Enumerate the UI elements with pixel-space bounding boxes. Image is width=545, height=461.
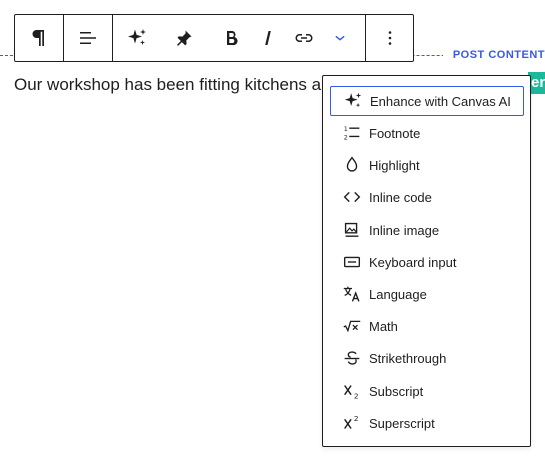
- pin-button[interactable]: [161, 15, 207, 61]
- svg-text:2: 2: [354, 414, 359, 423]
- math-icon: [340, 314, 364, 338]
- menu-item-label: Enhance with Canvas AI: [370, 93, 511, 109]
- menu-item-inline-code[interactable]: Inline code: [330, 182, 524, 212]
- sparkles-icon: [341, 89, 365, 113]
- paragraph-block[interactable]: Our workshop has been fitting kitchens a: [14, 74, 321, 96]
- more-formats-menu: Enhance with Canvas AI 1 2 Footnote High…: [322, 75, 531, 447]
- menu-item-label: Strikethrough: [369, 350, 447, 366]
- sparkles-icon: [128, 29, 146, 45]
- align-button[interactable]: [64, 15, 112, 61]
- menu-item-label: Highlight: [369, 157, 420, 173]
- footnote-icon: 1 2: [340, 121, 364, 145]
- menu-item-label: Keyboard input: [369, 254, 457, 270]
- menu-item-footnote[interactable]: 1 2 Footnote: [330, 118, 524, 148]
- menu-item-label: Footnote: [369, 125, 421, 141]
- more-rich-text-button[interactable]: [327, 15, 353, 61]
- menu-item-keyboard-input[interactable]: Keyboard input: [330, 247, 524, 277]
- svg-text:2: 2: [354, 391, 359, 400]
- pin-icon: [177, 30, 192, 46]
- menu-item-label: Language: [369, 286, 427, 302]
- toolbar-group-format: [112, 15, 353, 61]
- toolbar-group-options: [365, 15, 413, 61]
- superscript-icon: 2: [340, 411, 364, 435]
- menu-item-highlight[interactable]: Highlight: [330, 150, 524, 180]
- bold-button[interactable]: [207, 15, 255, 61]
- subscript-icon: 2: [340, 379, 364, 403]
- menu-item-label: Subscript: [369, 383, 424, 399]
- italic-button[interactable]: [255, 15, 281, 61]
- more-vertical-icon: [388, 31, 391, 45]
- paragraph-block-button[interactable]: [15, 15, 63, 61]
- keyboard-icon: [340, 250, 364, 274]
- svg-text:1: 1: [344, 125, 348, 133]
- options-button[interactable]: [366, 15, 413, 61]
- menu-item-inline-image[interactable]: Inline image: [330, 215, 524, 245]
- droplet-icon: [340, 153, 364, 177]
- italic-icon: [265, 31, 271, 45]
- strikethrough-icon: [340, 346, 364, 370]
- menu-item-label: Inline image: [369, 222, 440, 238]
- link-icon: [295, 34, 313, 42]
- language-icon: [340, 282, 364, 306]
- menu-item-enhance-ai[interactable]: Enhance with Canvas AI: [330, 86, 524, 116]
- ai-button[interactable]: [113, 15, 161, 61]
- menu-item-label: Math: [369, 318, 398, 334]
- menu-item-math[interactable]: Math: [330, 311, 524, 341]
- pilcrow-icon: [32, 30, 44, 46]
- link-button[interactable]: [281, 15, 327, 61]
- post-content-label[interactable]: POST CONTENT: [442, 46, 545, 64]
- code-icon: [340, 185, 364, 209]
- menu-item-label: Inline code: [369, 189, 432, 205]
- toolbar-group-align: [63, 15, 112, 61]
- align-left-icon: [80, 32, 96, 44]
- menu-item-language[interactable]: Language: [330, 279, 524, 309]
- chevron-down-icon: [335, 35, 345, 41]
- svg-text:2: 2: [344, 133, 348, 141]
- block-toolbar: [14, 14, 414, 62]
- menu-item-superscript[interactable]: 2 Superscript: [330, 408, 524, 438]
- bold-icon: [227, 31, 238, 46]
- menu-item-strikethrough[interactable]: Strikethrough: [330, 343, 524, 373]
- image-icon: [340, 218, 364, 242]
- toolbar-group-block: [15, 15, 63, 61]
- menu-item-subscript[interactable]: 2 Subscript: [330, 376, 524, 406]
- menu-item-label: Superscript: [369, 415, 435, 431]
